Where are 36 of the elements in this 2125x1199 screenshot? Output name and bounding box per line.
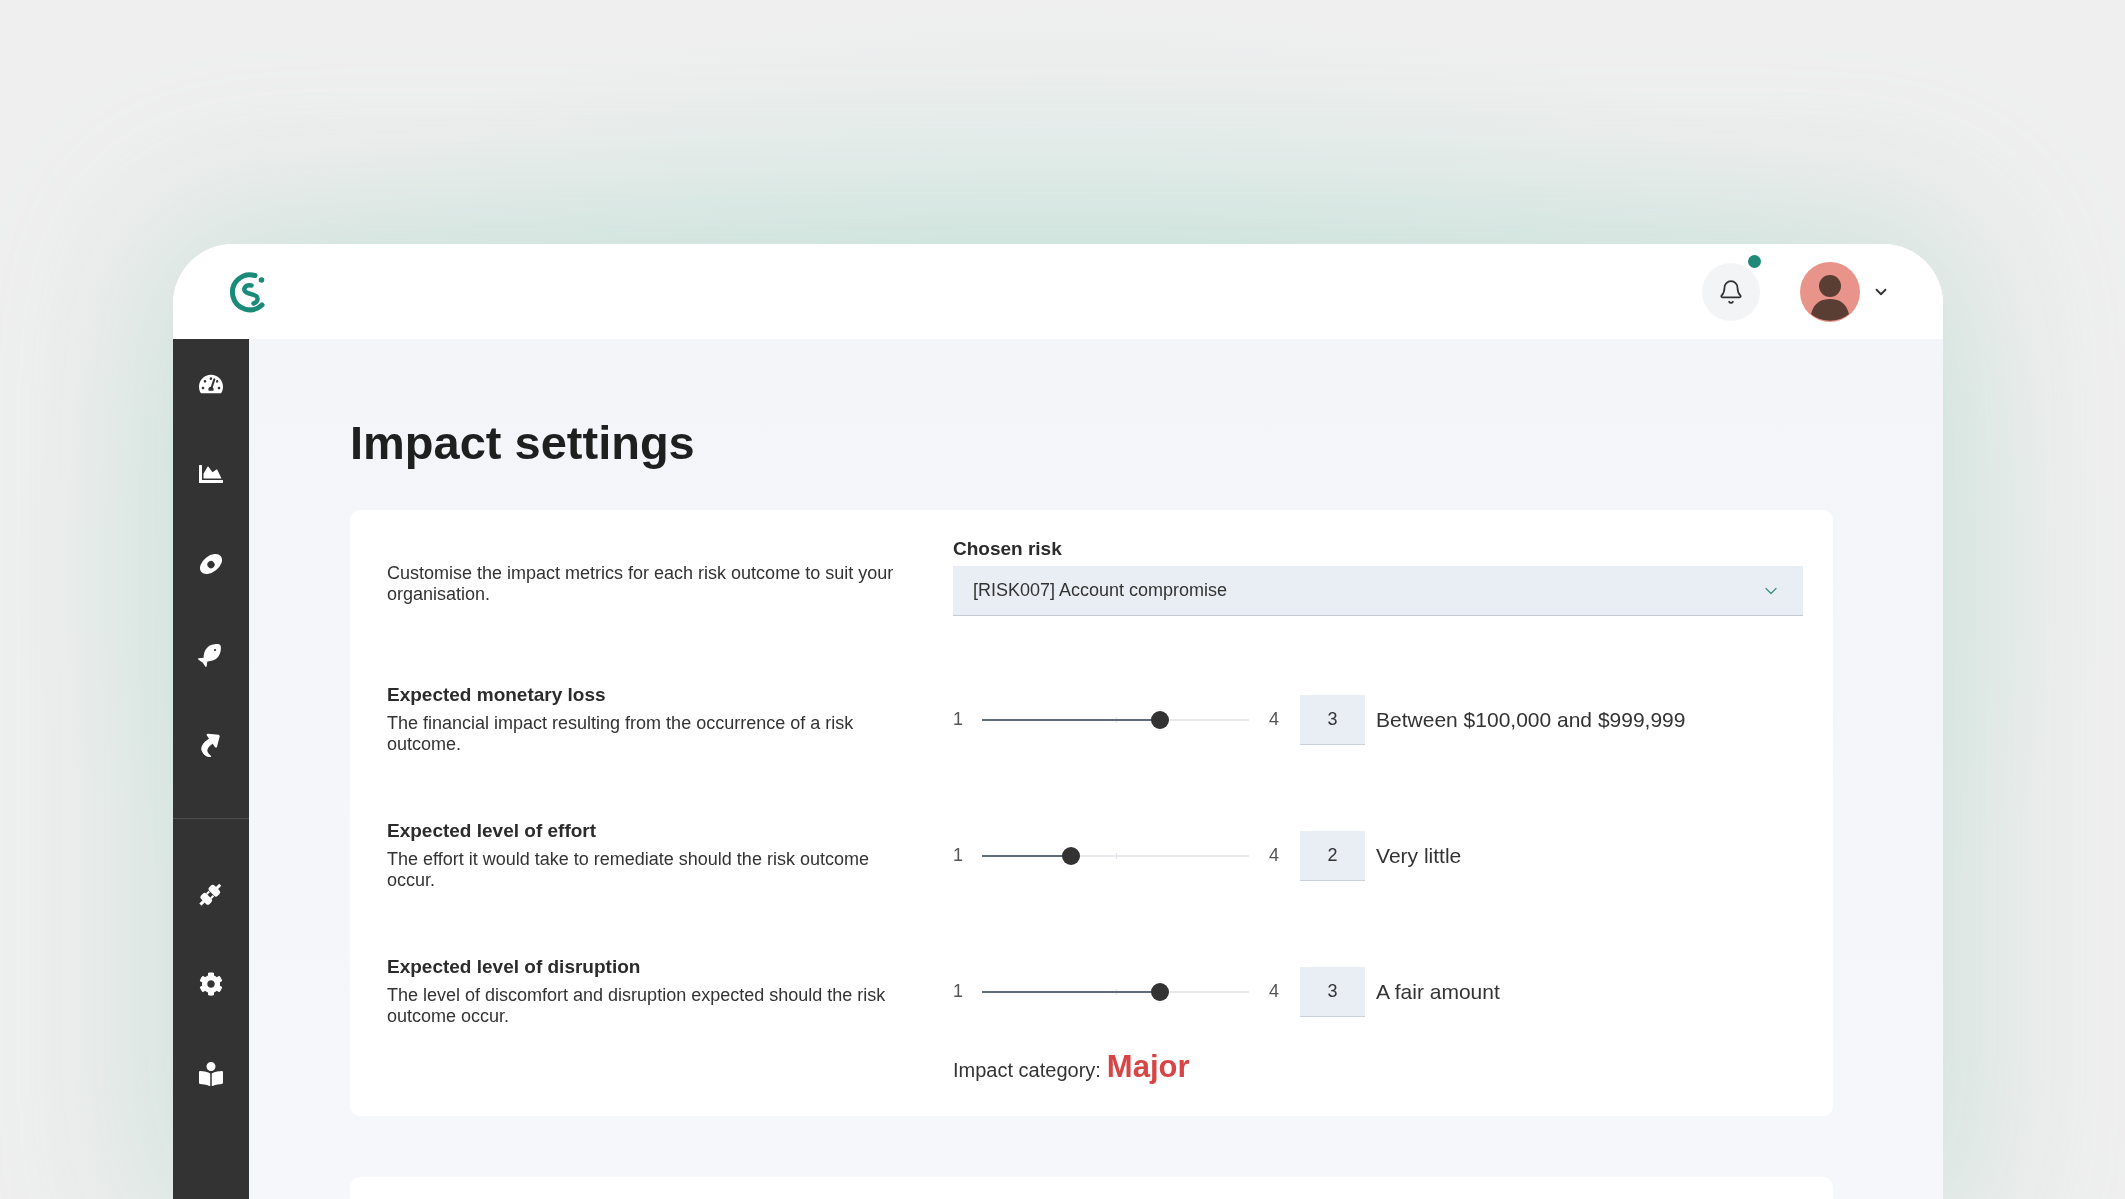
intro-text: Customise the impact metrics for each risk outcome to suit your organisation. (387, 563, 895, 605)
metric-title: Expected level of disruption (387, 956, 642, 978)
slider-max-label: 4 (1269, 981, 1280, 1002)
value-field[interactable]: 3 (1300, 694, 1366, 745)
field-label: Chosen risk (953, 539, 1063, 559)
metric-reading: A fair amount (1376, 979, 1500, 1004)
slider-min-label: 1 (953, 845, 963, 866)
slider-thumb[interactable] (1151, 710, 1170, 729)
metric-reading: Between $100,000 and $999,999 (1376, 707, 1686, 732)
settings-icon[interactable] (199, 972, 223, 996)
slider-track[interactable] (982, 710, 1249, 729)
bell-icon (1718, 278, 1744, 305)
page-title: Impact settings (350, 416, 695, 470)
avatar[interactable] (1800, 261, 1860, 322)
metric-title: Expected level of effort (387, 820, 598, 842)
metric-description: The effort it would take to remediate should the risk outcome occur. (387, 849, 870, 891)
metric-reading: Very little (1376, 843, 1462, 868)
area-chart-icon[interactable] (199, 462, 223, 486)
risk-select[interactable]: [RISK007] Account compromise (953, 566, 1803, 616)
value-field[interactable]: 2 (1300, 830, 1366, 881)
slider-max-label: 4 (1269, 709, 1280, 730)
slider-min-label: 1 (953, 981, 963, 1002)
value-field[interactable]: 3 (1300, 966, 1366, 1017)
slider-track[interactable] (982, 982, 1249, 1001)
book-reader-icon[interactable] (199, 1062, 223, 1086)
metric-description: The financial impact resulting from the occurrence of a risk outcome. (387, 713, 855, 755)
slider-thumb[interactable] (1061, 846, 1080, 865)
slider-max-label: 4 (1269, 845, 1280, 866)
gauge-icon[interactable] (199, 372, 223, 396)
slider-thumb[interactable] (1151, 982, 1170, 1001)
impact-category-label: Impact category: (953, 1059, 1101, 1082)
impact-category-value: Major (1106, 1049, 1190, 1085)
metric-description: The level of discomfort and disruption expected should the risk outcome occur. (387, 985, 887, 1027)
slider-track[interactable] (982, 846, 1249, 865)
slider-min-label: 1 (953, 709, 963, 730)
metric-title: Expected monetary loss (387, 684, 607, 706)
